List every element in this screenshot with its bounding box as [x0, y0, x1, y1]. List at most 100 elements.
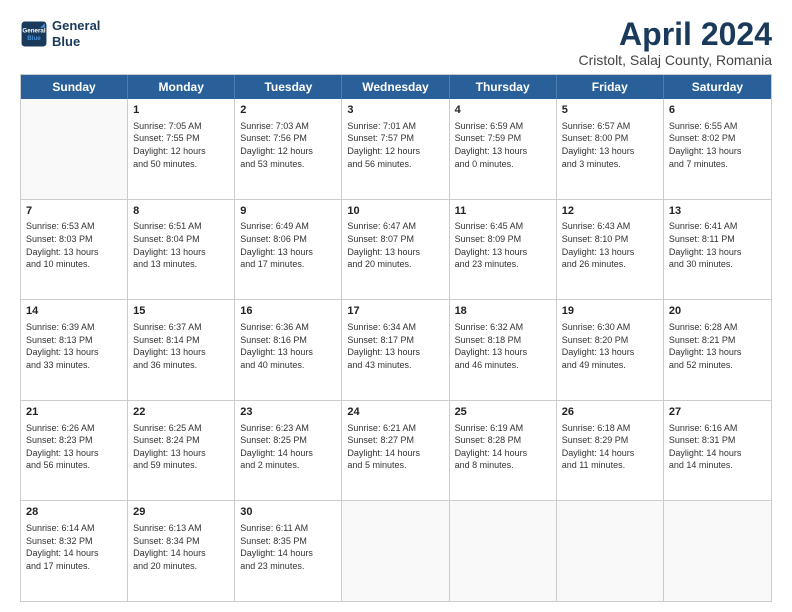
calendar-cell: 24Sunrise: 6:21 AM Sunset: 8:27 PM Dayli…	[342, 401, 449, 501]
cell-text: Sunrise: 6:47 AM Sunset: 8:07 PM Dayligh…	[347, 220, 443, 270]
cell-text: Sunrise: 6:59 AM Sunset: 7:59 PM Dayligh…	[455, 120, 551, 170]
calendar-header: SundayMondayTuesdayWednesdayThursdayFrid…	[21, 75, 771, 99]
day-number: 14	[26, 304, 122, 319]
day-number: 27	[669, 405, 766, 420]
calendar-cell: 15 Sunrise: 6:37 AM Sunset: 8:14 PM Dayli…	[128, 300, 235, 400]
day-number: 22	[133, 405, 229, 420]
calendar-cell: 21Sunrise: 6:26 AM Sunset: 8:23 PM Dayli…	[21, 401, 128, 501]
calendar-row: 1 Sunrise: 7:05 AM Sunset: 7:55 PM Daylig…	[21, 99, 771, 199]
title-block: April 2024 Cristolt, Salaj County, Roman…	[579, 18, 772, 68]
cell-text: Sunrise: 6:21 AM Sunset: 8:27 PM Dayligh…	[347, 422, 443, 472]
calendar-cell: 13Sunrise: 6:41 AM Sunset: 8:11 PM Dayli…	[664, 200, 771, 300]
cell-text: Sunrise: 6:37 AM Sunset: 8:14 PM Dayligh…	[133, 321, 229, 371]
day-number: 20	[669, 304, 766, 319]
day-number: 30	[240, 505, 336, 520]
calendar-row: 21Sunrise: 6:26 AM Sunset: 8:23 PM Dayli…	[21, 400, 771, 501]
cell-text: Sunrise: 6:41 AM Sunset: 8:11 PM Dayligh…	[669, 220, 766, 270]
calendar-cell	[450, 501, 557, 601]
calendar-cell	[21, 99, 128, 199]
calendar-cell: 12Sunrise: 6:43 AM Sunset: 8:10 PM Dayli…	[557, 200, 664, 300]
calendar-cell	[664, 501, 771, 601]
cell-text: Sunrise: 6:57 AM Sunset: 8:00 PM Dayligh…	[562, 120, 658, 170]
calendar-cell: 26Sunrise: 6:18 AM Sunset: 8:29 PM Dayli…	[557, 401, 664, 501]
cell-text: Sunrise: 6:53 AM Sunset: 8:03 PM Dayligh…	[26, 220, 122, 270]
cell-text: Sunrise: 6:11 AM Sunset: 8:35 PM Dayligh…	[240, 522, 336, 572]
day-number: 9	[240, 204, 336, 219]
day-number: 2	[240, 103, 336, 118]
cell-text: Sunrise: 6:49 AM Sunset: 8:06 PM Dayligh…	[240, 220, 336, 270]
month-title: April 2024	[579, 18, 772, 50]
weekday-header: Friday	[557, 75, 664, 99]
weekday-header: Thursday	[450, 75, 557, 99]
day-number: 11	[455, 204, 551, 219]
calendar-row: 14Sunrise: 6:39 AM Sunset: 8:13 PM Dayli…	[21, 299, 771, 400]
weekday-header: Monday	[128, 75, 235, 99]
day-number: 6	[669, 103, 766, 118]
weekday-header: Saturday	[664, 75, 771, 99]
day-number: 12	[562, 204, 658, 219]
calendar-cell: 27 Sunrise: 6:16 AM Sunset: 8:31 PM Dayli…	[664, 401, 771, 501]
weekday-header: Wednesday	[342, 75, 449, 99]
calendar-cell: 7Sunrise: 6:53 AM Sunset: 8:03 PM Daylig…	[21, 200, 128, 300]
svg-text:Blue: Blue	[27, 35, 41, 42]
day-number: 13	[669, 204, 766, 219]
day-number: 7	[26, 204, 122, 219]
cell-text: Sunrise: 6:36 AM Sunset: 8:16 PM Dayligh…	[240, 321, 336, 371]
calendar-cell: 9Sunrise: 6:49 AM Sunset: 8:06 PM Daylig…	[235, 200, 342, 300]
cell-text: Sunrise: 6:25 AM Sunset: 8:24 PM Dayligh…	[133, 422, 229, 472]
calendar-row: 28Sunrise: 6:14 AM Sunset: 8:32 PM Dayli…	[21, 500, 771, 601]
day-number: 16	[240, 304, 336, 319]
calendar-cell	[342, 501, 449, 601]
location-title: Cristolt, Salaj County, Romania	[579, 52, 772, 68]
cell-text: Sunrise: 6:32 AM Sunset: 8:18 PM Dayligh…	[455, 321, 551, 371]
cell-text: Sunrise: 6:45 AM Sunset: 8:09 PM Dayligh…	[455, 220, 551, 270]
cell-text: Sunrise: 7:05 AM Sunset: 7:55 PM Dayligh…	[133, 120, 229, 170]
day-number: 10	[347, 204, 443, 219]
calendar-cell: 23Sunrise: 6:23 AM Sunset: 8:25 PM Dayli…	[235, 401, 342, 501]
cell-text: Sunrise: 7:01 AM Sunset: 7:57 PM Dayligh…	[347, 120, 443, 170]
cell-text: Sunrise: 6:43 AM Sunset: 8:10 PM Dayligh…	[562, 220, 658, 270]
cell-text: Sunrise: 6:51 AM Sunset: 8:04 PM Dayligh…	[133, 220, 229, 270]
calendar-cell: 5Sunrise: 6:57 AM Sunset: 8:00 PM Daylig…	[557, 99, 664, 199]
page: General Blue General Blue April 2024 Cri…	[0, 0, 792, 612]
day-number: 15	[133, 304, 229, 319]
calendar-cell: 28Sunrise: 6:14 AM Sunset: 8:32 PM Dayli…	[21, 501, 128, 601]
cell-text: Sunrise: 6:19 AM Sunset: 8:28 PM Dayligh…	[455, 422, 551, 472]
calendar-cell: 22 Sunrise: 6:25 AM Sunset: 8:24 PM Dayli…	[128, 401, 235, 501]
day-number: 18	[455, 304, 551, 319]
day-number: 4	[455, 103, 551, 118]
cell-text: Sunrise: 7:03 AM Sunset: 7:56 PM Dayligh…	[240, 120, 336, 170]
calendar-cell: 1 Sunrise: 7:05 AM Sunset: 7:55 PM Daylig…	[128, 99, 235, 199]
header: General Blue General Blue April 2024 Cri…	[20, 18, 772, 68]
cell-text: Sunrise: 6:55 AM Sunset: 8:02 PM Dayligh…	[669, 120, 766, 170]
day-number: 17	[347, 304, 443, 319]
day-number: 19	[562, 304, 658, 319]
cell-text: Sunrise: 6:30 AM Sunset: 8:20 PM Dayligh…	[562, 321, 658, 371]
logo: General Blue General Blue	[20, 18, 100, 49]
logo-text: General Blue	[52, 18, 100, 49]
weekday-header: Tuesday	[235, 75, 342, 99]
calendar-cell: 29Sunrise: 6:13 AM Sunset: 8:34 PM Dayli…	[128, 501, 235, 601]
calendar-cell: 2 Sunrise: 7:03 AM Sunset: 7:56 PM Daylig…	[235, 99, 342, 199]
calendar: SundayMondayTuesdayWednesdayThursdayFrid…	[20, 74, 772, 602]
calendar-cell: 19 Sunrise: 6:30 AM Sunset: 8:20 PM Dayli…	[557, 300, 664, 400]
day-number: 1	[133, 103, 229, 118]
svg-text:General: General	[22, 27, 45, 34]
calendar-cell: 4 Sunrise: 6:59 AM Sunset: 7:59 PM Daylig…	[450, 99, 557, 199]
calendar-cell: 10Sunrise: 6:47 AM Sunset: 8:07 PM Dayli…	[342, 200, 449, 300]
weekday-header: Sunday	[21, 75, 128, 99]
cell-text: Sunrise: 6:18 AM Sunset: 8:29 PM Dayligh…	[562, 422, 658, 472]
calendar-cell	[557, 501, 664, 601]
cell-text: Sunrise: 6:16 AM Sunset: 8:31 PM Dayligh…	[669, 422, 766, 472]
logo-icon: General Blue	[20, 20, 48, 48]
calendar-cell: 16 Sunrise: 6:36 AM Sunset: 8:16 PM Dayli…	[235, 300, 342, 400]
day-number: 29	[133, 505, 229, 520]
day-number: 28	[26, 505, 122, 520]
calendar-cell: 3Sunrise: 7:01 AM Sunset: 7:57 PM Daylig…	[342, 99, 449, 199]
calendar-cell: 18 Sunrise: 6:32 AM Sunset: 8:18 PM Dayli…	[450, 300, 557, 400]
day-number: 21	[26, 405, 122, 420]
day-number: 25	[455, 405, 551, 420]
day-number: 23	[240, 405, 336, 420]
calendar-cell: 17Sunrise: 6:34 AM Sunset: 8:17 PM Dayli…	[342, 300, 449, 400]
calendar-cell: 20Sunrise: 6:28 AM Sunset: 8:21 PM Dayli…	[664, 300, 771, 400]
